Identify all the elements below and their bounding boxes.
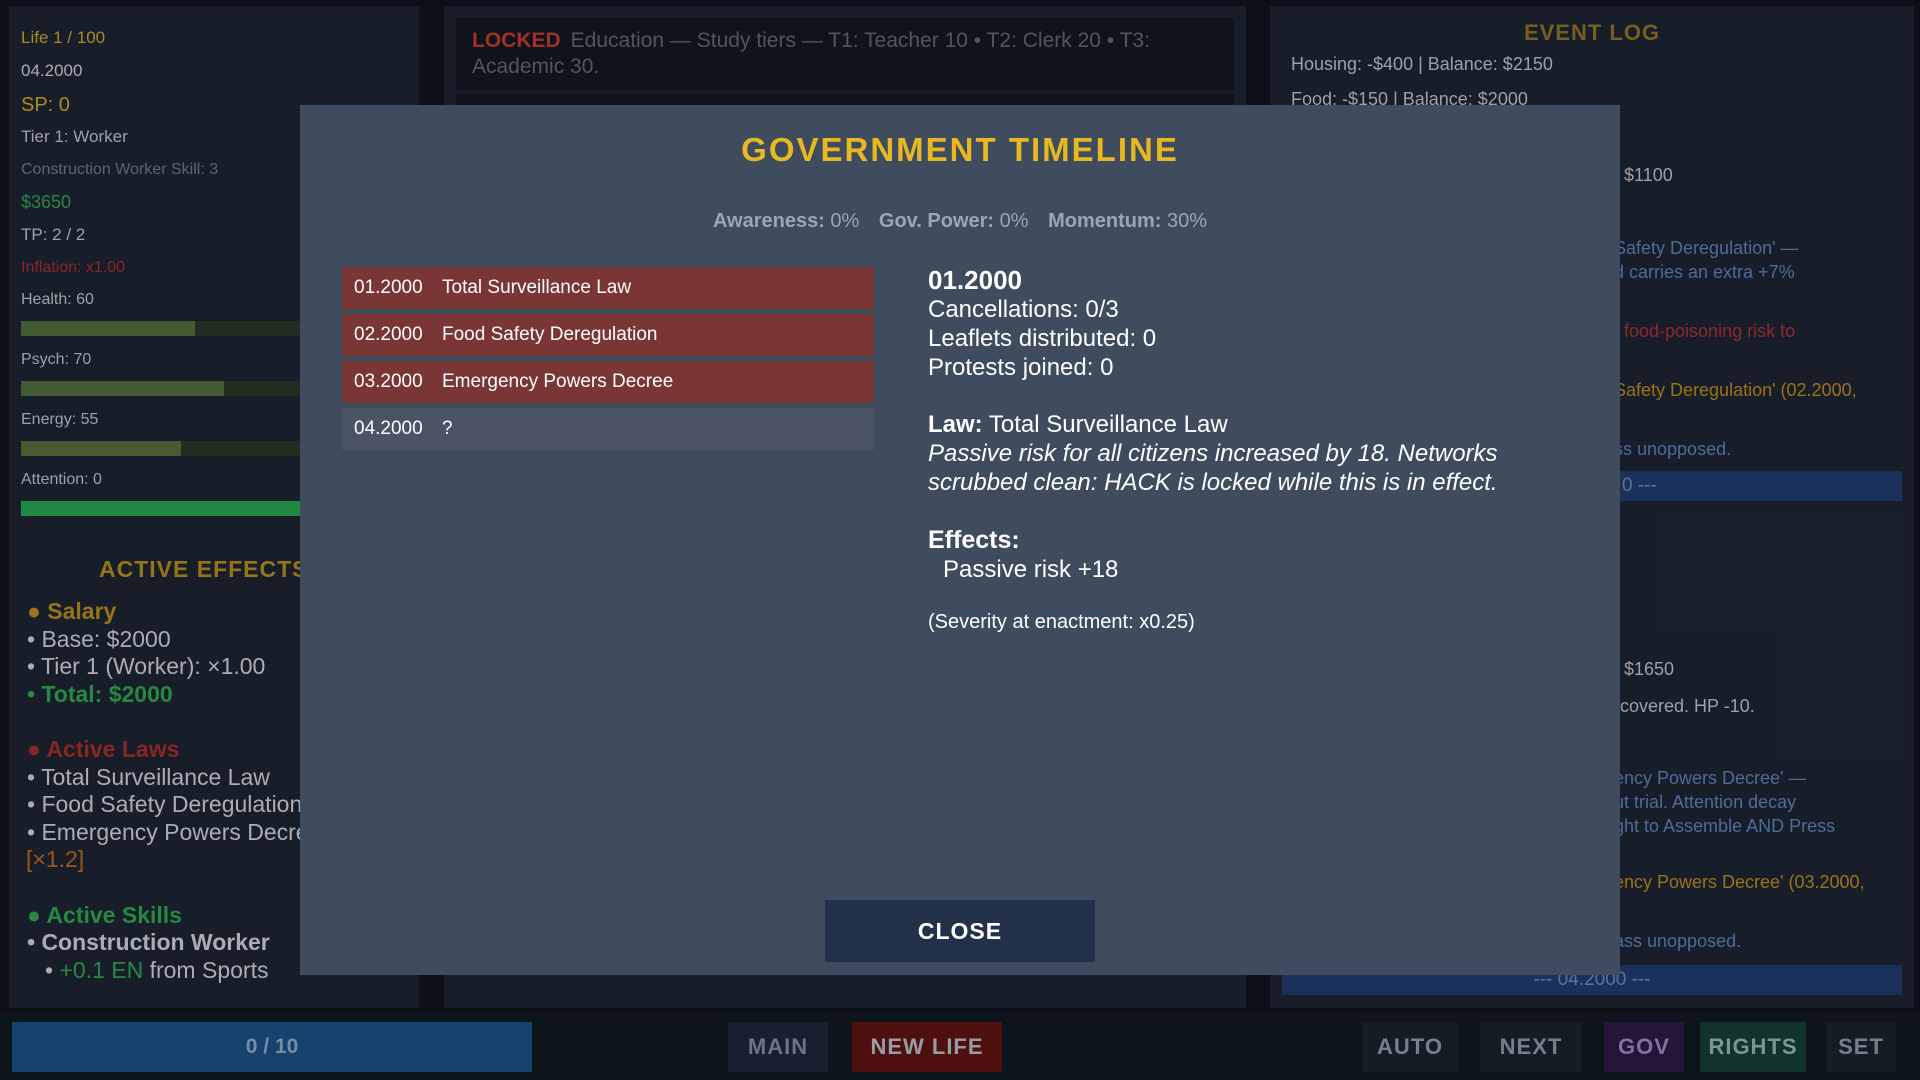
gov-power-label: Gov. Power: <box>878 210 995 232</box>
detail-effect: Passive risk +18 <box>943 556 1119 583</box>
timeline-item-emergency-powers[interactable]: 03.2000 Emergency Powers Decree <box>342 361 874 403</box>
timeline-list: 01.2000 Total Surveillance Law 02.2000 Foo… <box>342 267 874 455</box>
timeline-item-upcoming[interactable]: 04.2000? <box>342 408 874 450</box>
timeline-date: 02.2000 <box>354 324 423 345</box>
detail-law: Law: Total Surveillance Law <box>928 410 1588 439</box>
timeline-law-name: Total Surveillance Law <box>442 277 632 298</box>
momentum-label: Momentum: <box>1048 210 1162 232</box>
detail-severity: (Severity at enactment: x0.25) <box>928 611 1195 633</box>
gov-metrics: Awareness: 0% Gov. Power: 0% Momentum: 3… <box>300 210 1620 233</box>
timeline-date: 01.2000 <box>354 277 423 298</box>
awareness-label: Awareness: <box>712 210 825 232</box>
detail-law-name: Total Surveillance Law <box>988 411 1228 438</box>
detail-cancellations: Cancellations: 0/3 <box>928 296 1119 323</box>
timeline-date: 03.2000 <box>354 371 423 392</box>
detail-description: Passive risk for all citizens increased … <box>928 440 1498 496</box>
modal-title: GOVERNMENT TIMELINE <box>741 131 1179 168</box>
detail-law-label: Law: <box>928 411 983 438</box>
government-timeline-modal: GOVERNMENT TIMELINE Awareness: 0% Gov. P… <box>300 105 1620 975</box>
detail-leaflets: Leaflets distributed: 0 <box>928 325 1157 352</box>
detail-date: 01.2000 <box>928 265 1022 295</box>
detail-effects-title: Effects: <box>928 526 1020 554</box>
momentum-value: 30% <box>1167 210 1208 232</box>
timeline-date: 04.2000 <box>354 418 423 439</box>
close-button[interactable]: CLOSE <box>825 900 1095 962</box>
timeline-item-total-surveillance[interactable]: 01.2000 Total Surveillance Law <box>342 267 874 309</box>
timeline-law-name: ? <box>442 418 453 439</box>
timeline-item-food-safety[interactable]: 02.2000 Food Safety Deregulation <box>342 314 874 356</box>
timeline-law-name: Food Safety Deregulation <box>442 324 658 345</box>
gov-power-value: 0% <box>999 210 1029 232</box>
timeline-law-name: Emergency Powers Decree <box>442 371 674 392</box>
law-detail: 01.2000 Cancellations: 0/3 Leaflets dist… <box>928 265 1588 634</box>
detail-protests: Protests joined: 0 <box>928 354 1114 381</box>
awareness-value: 0% <box>830 210 860 232</box>
